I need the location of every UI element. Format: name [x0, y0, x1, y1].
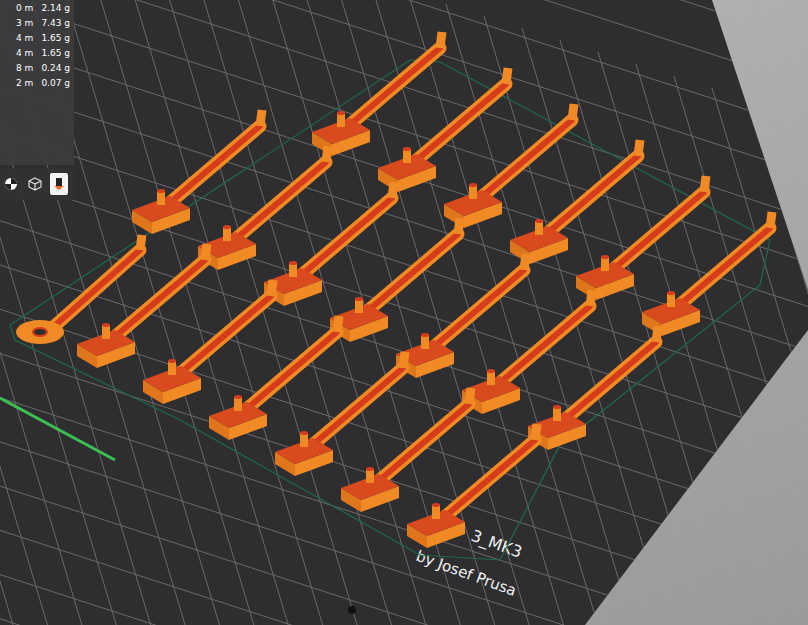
part-object[interactable]: [132, 110, 262, 234]
part-object[interactable]: [642, 212, 772, 336]
convex-hull: [10, 60, 770, 560]
part-object[interactable]: [576, 176, 706, 300]
legend-panel: 0 m 2.14 g 3 m 7.43 g 4 m 1.65 g 4 m 1.65 g…: [0, 0, 74, 165]
part-object[interactable]: [341, 388, 471, 512]
part-object[interactable]: [264, 182, 394, 306]
bed-grid: [0, 0, 808, 625]
bed-label: 3_MK3: [468, 526, 524, 563]
legend-row: 8 m 0.24 g: [0, 62, 70, 75]
legend-row: 2 m 0.07 g: [0, 77, 70, 90]
part-object[interactable]: [77, 244, 207, 368]
part-object[interactable]: [462, 290, 592, 414]
view-button[interactable]: [50, 173, 68, 195]
center-icon: [4, 177, 18, 191]
part-object[interactable]: [198, 146, 328, 270]
viewport-3d[interactable]: by Josef Prusa3_MK3 0 m 2.14 g 3 m 7.43 g…: [0, 0, 808, 625]
part-object[interactable]: [510, 140, 640, 264]
bed-hole: [348, 606, 356, 614]
view-toolbar: [0, 168, 74, 200]
cube-icon: [28, 177, 42, 191]
layer-icon: [52, 177, 66, 191]
view-button[interactable]: [26, 173, 44, 195]
part-object[interactable]: [407, 424, 537, 548]
legend-row: 3 m 7.43 g: [0, 17, 70, 30]
part-object[interactable]: [330, 218, 460, 342]
bed-scene[interactable]: by Josef Prusa3_MK3: [0, 0, 808, 625]
bed-edge-marker: [0, 398, 115, 460]
part-object[interactable]: [528, 326, 658, 450]
part-object[interactable]: [209, 316, 339, 440]
part-object[interactable]: [143, 280, 273, 404]
part-object[interactable]: [444, 104, 574, 228]
part-object[interactable]: [275, 352, 405, 476]
legend-row: 4 m 1.65 g: [0, 32, 70, 45]
part-object[interactable]: [312, 32, 442, 156]
legend-row: 4 m 1.65 g: [0, 47, 70, 60]
legend-row: 0 m 2.14 g: [0, 2, 70, 15]
part-object[interactable]: [396, 254, 526, 378]
view-button[interactable]: [2, 173, 20, 195]
part-object[interactable]: [378, 68, 508, 192]
